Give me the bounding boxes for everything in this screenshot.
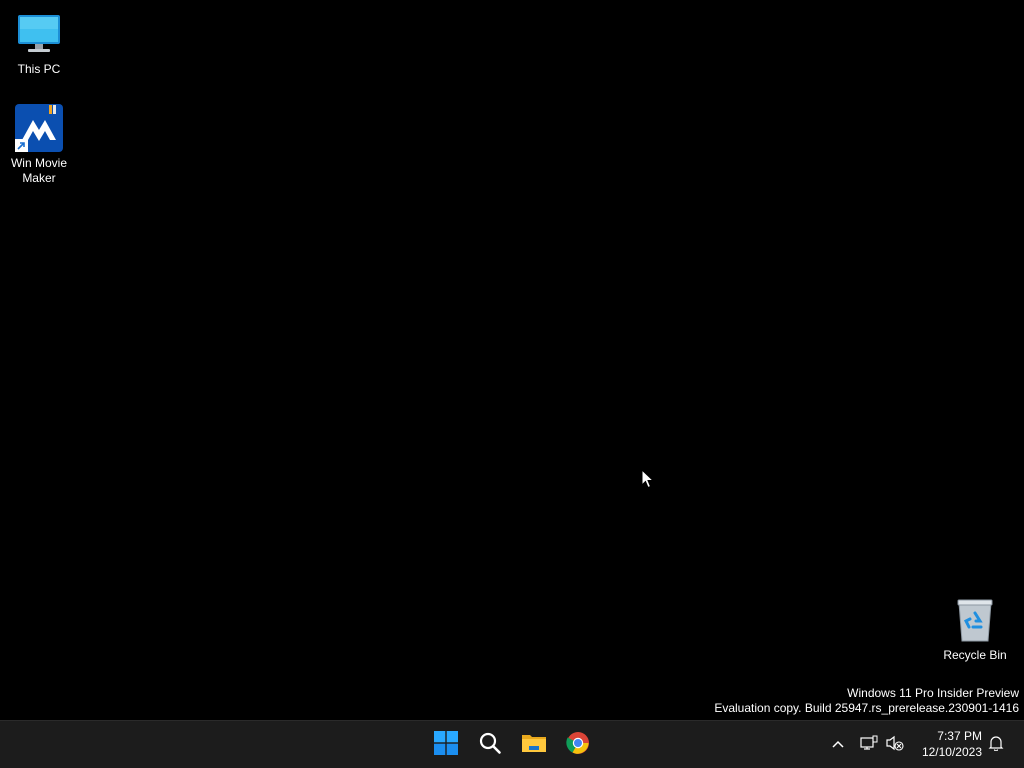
desktop-icon-label: This PC xyxy=(17,62,61,76)
desktop-icon-win-movie-maker[interactable]: Win Movie Maker xyxy=(1,104,77,186)
search-icon xyxy=(478,731,502,760)
taskbar-clock[interactable]: 7:37 PM 12/10/2023 xyxy=(912,728,982,760)
notifications-button[interactable] xyxy=(984,733,1008,757)
notification-bell-icon xyxy=(988,735,1004,756)
folder-icon xyxy=(521,732,547,759)
clock-time: 7:37 PM xyxy=(937,729,982,743)
desktop-icon-recycle-bin[interactable]: Recycle Bin xyxy=(937,596,1013,663)
windows-logo-icon xyxy=(434,730,458,760)
network-icon xyxy=(860,735,878,756)
shortcut-arrow-icon xyxy=(15,139,28,152)
build-watermark: Windows 11 Pro Insider Preview Evaluatio… xyxy=(714,686,1019,716)
volume-muted-icon xyxy=(886,735,904,756)
file-explorer-button[interactable] xyxy=(514,725,554,765)
desktop[interactable]: This PC Win Movie Maker Recycle Bin Wind… xyxy=(0,0,1024,720)
recycle-bin-icon xyxy=(951,596,999,644)
watermark-edition: Windows 11 Pro Insider Preview xyxy=(847,686,1019,700)
desktop-icon-label: Recycle Bin xyxy=(943,648,1007,662)
watermark-build: Evaluation copy. Build 25947.rs_prerelea… xyxy=(714,701,1019,715)
mouse-cursor-icon xyxy=(641,468,655,489)
show-hidden-icons-button[interactable] xyxy=(826,733,850,757)
taskbar: 7:37 PM 12/10/2023 xyxy=(0,720,1024,768)
volume-button[interactable] xyxy=(883,733,907,757)
chevron-up-icon xyxy=(831,736,845,754)
chrome-button[interactable] xyxy=(558,725,598,765)
clock-date: 12/10/2023 xyxy=(921,745,982,759)
desktop-icon-this-pc[interactable]: This PC xyxy=(1,10,77,77)
network-button[interactable] xyxy=(857,733,881,757)
start-button[interactable] xyxy=(426,725,466,765)
win-movie-maker-icon xyxy=(15,104,63,152)
search-button[interactable] xyxy=(470,725,510,765)
desktop-icon-label: Win Movie Maker xyxy=(10,156,67,185)
monitor-icon xyxy=(15,10,63,58)
chrome-icon xyxy=(566,731,590,760)
